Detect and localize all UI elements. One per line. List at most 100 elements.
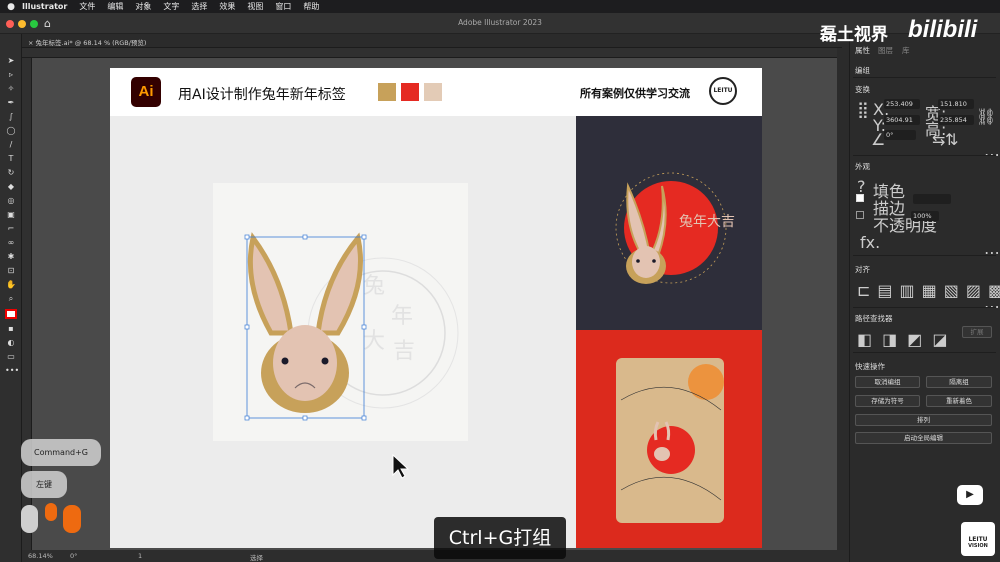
tv-icon: ▶: [957, 485, 983, 505]
blend-tool-icon[interactable]: ∞: [5, 238, 17, 248]
eraser-tool-icon[interactable]: ◆: [5, 182, 17, 192]
keystroke-overlay: Command+G: [21, 439, 101, 466]
video-caption: Ctrl+G打组: [434, 517, 566, 559]
symbol-sprayer-tool-icon[interactable]: ✱: [5, 252, 17, 262]
save-as-symbol-button[interactable]: 存储为符号: [855, 395, 920, 407]
divider: [853, 155, 996, 156]
magic-wand-tool-icon[interactable]: ✧: [5, 84, 17, 94]
rabbit-artwork[interactable]: 兔 年 大 吉: [213, 183, 468, 441]
height-input[interactable]: 235.854: [938, 115, 974, 125]
tab-libraries[interactable]: 库: [902, 45, 910, 56]
fx-button[interactable]: fx.: [860, 233, 880, 252]
rotate-tool-icon[interactable]: ↻: [5, 168, 17, 178]
selection-handle: [361, 324, 367, 330]
stroke-swatch-icon[interactable]: [856, 194, 864, 202]
gradient-tool-icon[interactable]: ▣: [5, 210, 17, 220]
tab-properties[interactable]: 属性: [855, 45, 870, 56]
menu-help[interactable]: 帮助: [303, 1, 319, 12]
width-input[interactable]: 151.810: [938, 99, 974, 109]
apple-icon[interactable]: ●: [0, 2, 22, 12]
flip-vertical-icon[interactable]: ⇅: [945, 130, 958, 149]
artboard-title: 用AI设计制作兔年新年标签: [178, 87, 346, 103]
menu-object[interactable]: 对象: [135, 1, 151, 12]
corner-logo-text: LEITU: [968, 536, 988, 543]
selection-tool-icon[interactable]: ➤: [5, 56, 17, 66]
more-tools-icon[interactable]: •••: [5, 366, 19, 376]
rabbit-left-ear: [247, 232, 294, 336]
document-tab[interactable]: × 兔年标签.ai* @ 68.14 % (RGB/预览): [22, 34, 842, 48]
ellipse-tool-icon[interactable]: ◯: [5, 126, 17, 136]
align-buttons-icon[interactable]: ⊏▤▥▦▧▨▩: [857, 281, 1000, 300]
menu-file[interactable]: 文件: [79, 1, 95, 12]
menu-edit[interactable]: 编辑: [107, 1, 123, 12]
appearance-heading: 外观: [855, 162, 870, 171]
mouse-click-overlay: 左键: [21, 471, 67, 498]
document-tab-label: 兔年标签.ai* @ 68.14 % (RGB/预览): [35, 39, 147, 47]
menu-type[interactable]: 文字: [163, 1, 179, 12]
screen-mode-icon[interactable]: ▭: [5, 352, 17, 362]
stroke-weight-input[interactable]: [913, 194, 951, 204]
ungroup-button[interactable]: 取消编组: [855, 376, 920, 388]
rotation-field[interactable]: 0°: [70, 552, 77, 560]
x-input[interactable]: 253.409: [884, 99, 920, 109]
zoom-level-field[interactable]: 68.14%: [28, 552, 53, 560]
opacity-input[interactable]: 100%: [911, 211, 939, 221]
bilibili-logo: bilibili: [908, 16, 978, 43]
y-input[interactable]: 3604.91: [884, 115, 920, 125]
header-note: 所有案例仅供学习交流: [580, 87, 690, 100]
angle-input[interactable]: 0°: [884, 130, 916, 140]
constrain-proportions-icon[interactable]: ⛓: [976, 107, 996, 126]
artboard-tool-icon[interactable]: ⊡: [5, 266, 17, 276]
svg-text:吉: 吉: [393, 339, 415, 364]
align-heading: 对齐: [855, 265, 870, 274]
mouse-left-button-icon: [21, 505, 38, 533]
divider: [853, 255, 996, 256]
divider: [853, 307, 996, 308]
start-global-edit-button[interactable]: 启动全局编辑: [855, 432, 992, 444]
recolor-button[interactable]: 重新着色: [926, 395, 992, 407]
shape-builder-tool-icon[interactable]: ◎: [5, 196, 17, 206]
eyedropper-tool-icon[interactable]: ⌐: [5, 224, 17, 234]
transform-heading: 变换: [855, 85, 870, 94]
tools-panel: ➤ ▹ ✧ ✒ ∫ ◯ / T ↻ ◆ ◎ ▣ ⌐ ∞ ✱ ⊡ ✋ ⌕ ▪ ◐ …: [0, 34, 22, 562]
app-menu[interactable]: Illustrator: [22, 2, 67, 11]
fill-stroke-swatch-icon[interactable]: [5, 309, 17, 319]
flip-horizontal-icon[interactable]: ⇆: [932, 130, 945, 149]
menu-view[interactable]: 视图: [247, 1, 263, 12]
horizontal-ruler[interactable]: [22, 48, 837, 58]
group-label: 编组: [855, 66, 870, 75]
direct-selection-tool-icon[interactable]: ▹: [5, 70, 17, 80]
menu-window[interactable]: 窗口: [275, 1, 291, 12]
selection-handle: [361, 234, 367, 240]
rabbit-left-eye: [281, 357, 289, 365]
seal-text: 兔年大吉: [679, 214, 735, 230]
close-tab-icon[interactable]: ×: [28, 39, 33, 47]
pathfinder-buttons-icon[interactable]: ◧◨◩◪: [857, 330, 957, 349]
selection-handle: [244, 415, 250, 421]
arrange-button[interactable]: 排列: [855, 414, 992, 426]
pen-tool-icon[interactable]: ✒: [5, 98, 17, 108]
expand-button[interactable]: 扩展: [962, 326, 992, 338]
paintbrush-tool-icon[interactable]: /: [5, 140, 17, 150]
svg-text:大: 大: [363, 329, 385, 354]
menu-effect[interactable]: 效果: [219, 1, 235, 12]
isolate-group-button[interactable]: 隔离组: [926, 376, 992, 388]
more-options-icon[interactable]: ⋯: [984, 243, 1000, 262]
selection-handle: [244, 324, 250, 330]
reference-point-icon[interactable]: ⣿: [857, 100, 869, 119]
illustrator-logo: Ai: [131, 77, 161, 107]
zoom-tool-icon[interactable]: ⌕: [5, 294, 17, 304]
tab-layers[interactable]: 图层: [878, 45, 893, 56]
rabbit-right-eye: [321, 357, 329, 365]
menu-select[interactable]: 选择: [191, 1, 207, 12]
draw-mode-icon[interactable]: ◐: [5, 338, 17, 348]
curvature-tool-icon[interactable]: ∫: [5, 112, 17, 122]
color-mode-icon[interactable]: ▪: [5, 324, 17, 334]
hand-tool-icon[interactable]: ✋: [5, 280, 17, 290]
swatch-red: [401, 83, 419, 101]
mouse-right-button-icon: [63, 505, 81, 533]
type-tool-icon[interactable]: T: [5, 154, 17, 164]
mouse-cursor-icon: [392, 453, 410, 479]
mouse-wheel-icon: [45, 503, 57, 521]
artboard-number-field[interactable]: 1: [138, 552, 142, 560]
